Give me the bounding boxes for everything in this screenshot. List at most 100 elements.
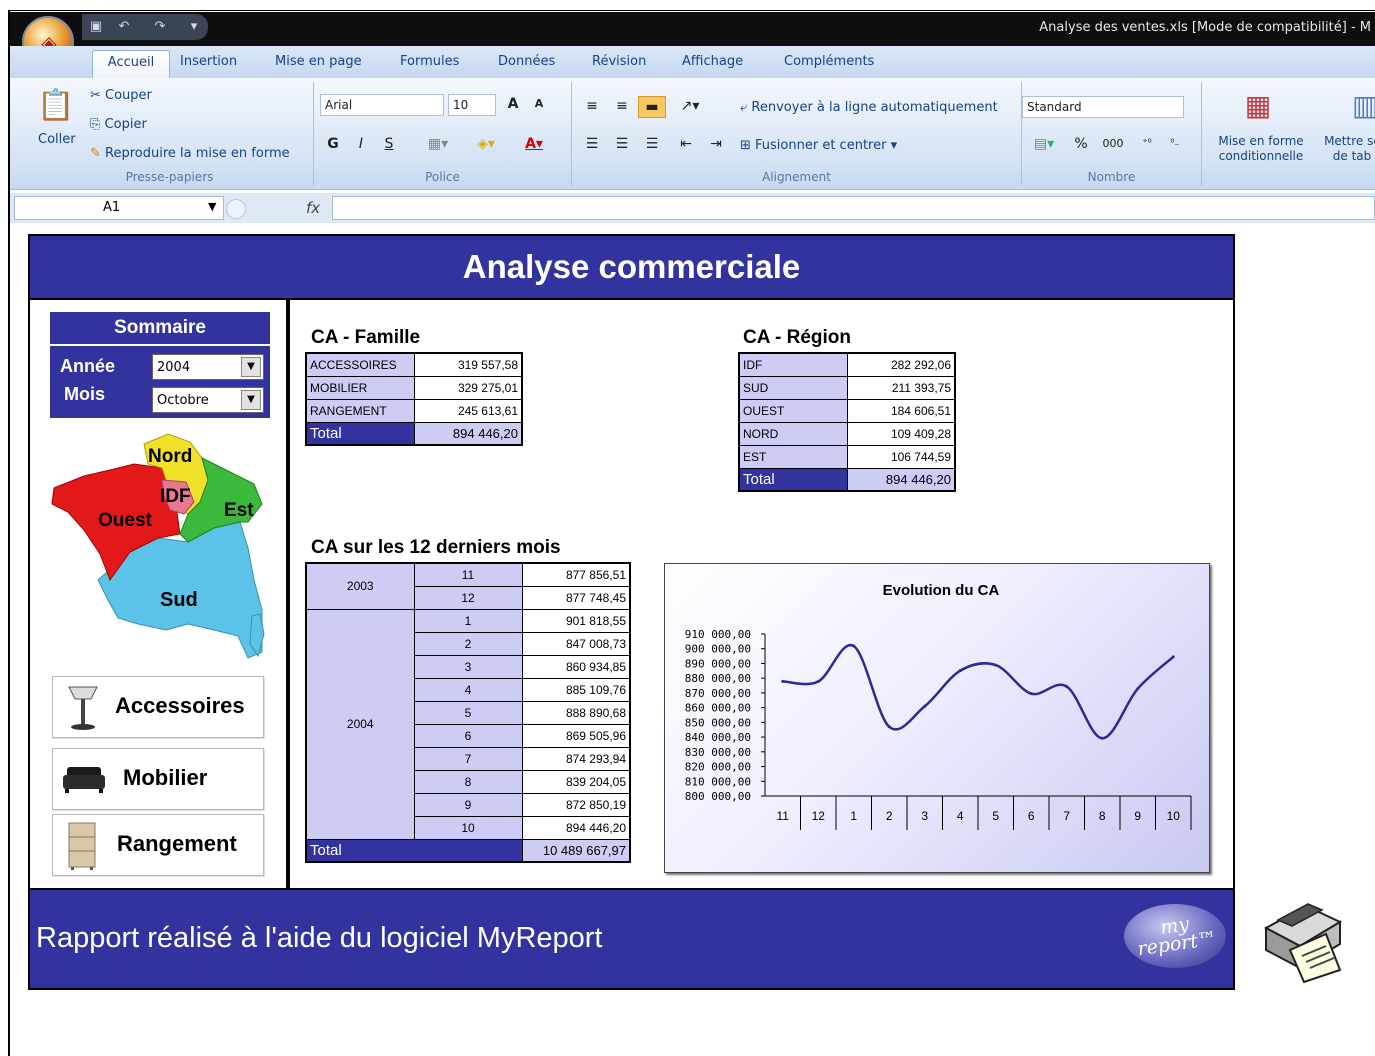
famille-value[interactable]: 319 557,58: [413, 352, 523, 377]
align-bottom-icon[interactable]: ▬: [638, 96, 666, 118]
value-cell[interactable]: 877 748,45: [521, 585, 631, 610]
tab-accueil[interactable]: Accueil: [92, 50, 170, 78]
value-cell[interactable]: 877 856,51: [521, 562, 631, 587]
tab-donnees[interactable]: Données: [498, 54, 555, 69]
bold-button[interactable]: G: [322, 134, 344, 156]
region-value[interactable]: 109 409,28: [846, 421, 956, 446]
namebox-splitter[interactable]: [226, 199, 246, 219]
underline-button[interactable]: S: [378, 134, 400, 156]
table-format-icon[interactable]: ▥: [1352, 86, 1375, 126]
tab-affichage[interactable]: Affichage: [682, 54, 743, 69]
month-cell[interactable]: 11: [413, 562, 523, 587]
total-label[interactable]: Total: [305, 838, 523, 863]
align-center-icon[interactable]: ☰: [608, 134, 636, 156]
famille-label[interactable]: ACCESSOIRES: [305, 352, 415, 377]
famille-value[interactable]: 245 613,61: [413, 398, 523, 423]
rangement-button[interactable]: Rangement: [52, 814, 264, 876]
value-cell[interactable]: 885 109,76: [521, 677, 631, 702]
month-cell[interactable]: 9: [413, 792, 523, 817]
month-cell[interactable]: 7: [413, 746, 523, 771]
tab-revision[interactable]: Révision: [592, 54, 646, 69]
famille-value[interactable]: 329 275,01: [413, 375, 523, 400]
font-size-select[interactable]: 10: [448, 94, 496, 116]
value-cell[interactable]: 872 850,19: [521, 792, 631, 817]
value-cell[interactable]: 888 890,68: [521, 700, 631, 725]
ca-evolution-chart[interactable]: Evolution du CA 910 000,00 900 000,00 890 0…: [664, 563, 1210, 873]
year-select[interactable]: 2004 ▼: [152, 354, 264, 380]
month-cell[interactable]: 10: [413, 815, 523, 840]
month-cell[interactable]: 3: [413, 654, 523, 679]
accessoires-button[interactable]: Accessoires: [52, 676, 264, 738]
tab-formules[interactable]: Formules: [400, 54, 459, 69]
conditional-format-button[interactable]: Mise en forme conditionnelle: [1206, 134, 1316, 164]
name-box[interactable]: A1: [14, 196, 224, 220]
undo-icon[interactable]: ↶: [116, 19, 132, 35]
tab-mise-en-page[interactable]: Mise en page: [275, 54, 362, 69]
merge-center-button[interactable]: ⊞ Fusionner et centrer ▾: [740, 138, 897, 153]
region-value[interactable]: 106 744,59: [846, 444, 956, 469]
region-value[interactable]: 282 292,06: [846, 352, 956, 377]
month-cell[interactable]: 8: [413, 769, 523, 794]
tab-insertion[interactable]: Insertion: [180, 54, 237, 69]
namebox-dropdown-icon[interactable]: ▼: [208, 200, 216, 213]
chevron-down-icon[interactable]: ▼: [241, 390, 261, 410]
borders-icon[interactable]: ▦▾: [418, 134, 458, 156]
italic-button[interactable]: I: [350, 134, 372, 156]
total-value[interactable]: 894 446,20: [413, 421, 523, 446]
number-format-select[interactable]: Standard: [1022, 96, 1184, 118]
region-label[interactable]: EST: [738, 444, 848, 469]
value-cell[interactable]: 860 934,85: [521, 654, 631, 679]
font-color-icon[interactable]: A▾: [514, 134, 554, 156]
decrease-decimal-icon[interactable]: ⁰₋: [1162, 134, 1188, 156]
cut-button[interactable]: ✂ Couper: [90, 88, 152, 103]
thousands-button[interactable]: 000: [1098, 134, 1128, 156]
grow-font-icon[interactable]: A: [502, 94, 524, 116]
chevron-down-icon[interactable]: ▼: [241, 357, 261, 377]
formula-input[interactable]: [332, 196, 1375, 220]
percent-button[interactable]: %: [1072, 134, 1090, 156]
printer-icon[interactable]: [1256, 892, 1346, 984]
region-label[interactable]: NORD: [738, 421, 848, 446]
month-select[interactable]: Octobre ▼: [152, 387, 264, 413]
format-painter-button[interactable]: ✎ Reproduire la mise en forme: [90, 146, 290, 161]
total-value[interactable]: 894 446,20: [846, 467, 956, 492]
total-label[interactable]: Total: [305, 421, 415, 446]
year-cell[interactable]: 2003: [305, 562, 415, 610]
conditional-format-icon[interactable]: ▦: [1238, 86, 1278, 126]
currency-icon[interactable]: ▤▾: [1024, 134, 1064, 156]
total-value[interactable]: 10 489 667,97: [521, 838, 631, 863]
total-label[interactable]: Total: [738, 467, 848, 492]
table-format-button[interactable]: Mettre sc de tab: [1322, 134, 1375, 166]
famille-label[interactable]: RANGEMENT: [305, 398, 415, 423]
value-cell[interactable]: 839 204,05: [521, 769, 631, 794]
copy-button[interactable]: ⎘ Copier: [90, 117, 147, 132]
value-cell[interactable]: 901 818,55: [521, 608, 631, 633]
year-cell[interactable]: 2004: [305, 608, 415, 840]
value-cell[interactable]: 894 446,20: [521, 815, 631, 840]
value-cell[interactable]: 869 505,96: [521, 723, 631, 748]
value-cell[interactable]: 847 008,73: [521, 631, 631, 656]
month-cell[interactable]: 6: [413, 723, 523, 748]
align-left-icon[interactable]: ☰: [578, 134, 606, 156]
shrink-font-icon[interactable]: A: [528, 94, 550, 116]
orientation-icon[interactable]: ↗▾: [672, 96, 708, 118]
paste-button[interactable]: Coller: [38, 132, 76, 147]
month-cell[interactable]: 1: [413, 608, 523, 633]
increase-decimal-icon[interactable]: ⁺⁰: [1134, 134, 1160, 156]
month-cell[interactable]: 12: [413, 585, 523, 610]
save-icon[interactable]: ▣: [88, 19, 104, 35]
fill-color-icon[interactable]: ◈▾: [464, 134, 508, 156]
increase-indent-icon[interactable]: ⇥: [702, 134, 730, 156]
mobilier-button[interactable]: Mobilier: [52, 748, 264, 810]
redo-icon[interactable]: ↷: [152, 19, 168, 35]
famille-label[interactable]: MOBILIER: [305, 375, 415, 400]
region-value[interactable]: 184 606,51: [846, 398, 956, 423]
region-value[interactable]: 211 393,75: [846, 375, 956, 400]
month-cell[interactable]: 2: [413, 631, 523, 656]
month-cell[interactable]: 5: [413, 700, 523, 725]
align-right-icon[interactable]: ☰: [638, 134, 666, 156]
font-name-select[interactable]: Arial: [320, 94, 444, 116]
region-label[interactable]: IDF: [738, 352, 848, 377]
paste-icon[interactable]: 📋: [36, 86, 76, 126]
france-region-map[interactable]: Nord IDF Est Ouest Sud: [48, 430, 270, 668]
